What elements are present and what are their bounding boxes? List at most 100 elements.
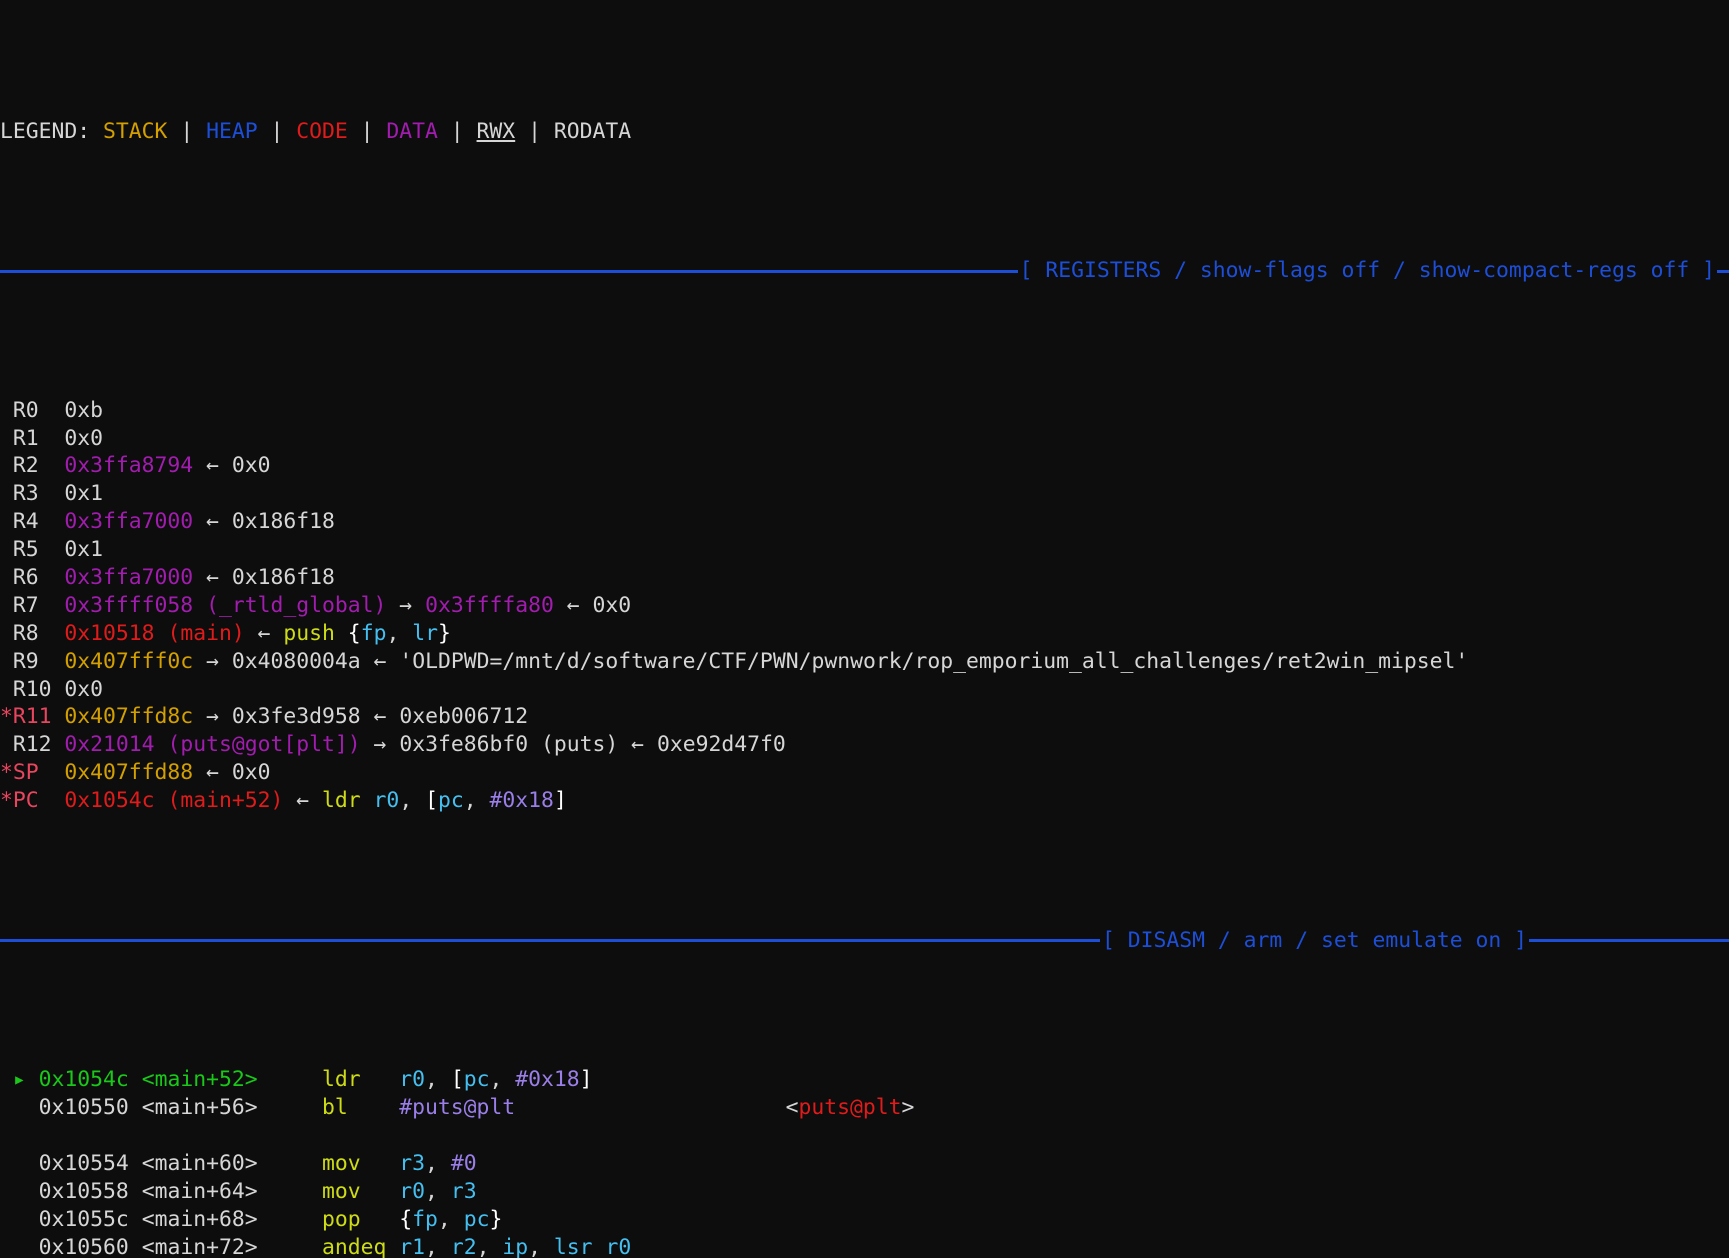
register-value: 0x3ffff058 (_rtld_global) → 0x3ffffa80 ←… (64, 593, 631, 618)
operand-register: pc (463, 1206, 490, 1232)
register-marker (0, 398, 13, 423)
register-value: 0x1054c (main+52) ← ldr r0, [pc, #0x18] (64, 788, 566, 813)
operand-register: r1 (399, 1234, 426, 1258)
legend-item-heap: HEAP (206, 118, 258, 144)
operand-sep (412, 788, 425, 813)
register-value: 0x3ffa7000 ← 0x186f18 (64, 565, 335, 590)
disasm-operands: r1, r2, ip, lsr r0 (399, 1235, 631, 1258)
address: 0x0 (231, 760, 271, 786)
register-marker (0, 453, 13, 478)
legend-separator: | (257, 118, 297, 144)
register-row: R8 0x10518 (main) ← push {fp, lr} (0, 620, 1729, 648)
address: 0x0 (231, 453, 271, 479)
legend-item-rwx: RWX (476, 118, 516, 144)
disasm-space (129, 1179, 142, 1204)
disasm-gap (515, 1095, 785, 1120)
register-row: R9 0x407fff0c → 0x4080004a ← 'OLDPWD=/mn… (0, 648, 1729, 676)
operand-immediate: #0x18 (515, 1067, 580, 1093)
address: 0x1054c (64, 788, 155, 814)
terminal-output: LEGEND: STACK | HEAP | CODE | DATA | RWX… (0, 0, 1729, 1258)
operand-sep: , (463, 788, 477, 814)
registers-banner: [ REGISTERS / show-flags off / show-comp… (0, 257, 1729, 285)
address: 0x0 (64, 676, 104, 702)
symbol-name: (main+52) (167, 788, 284, 814)
register-marker (0, 537, 13, 562)
disasm-address: 0x10550 (38, 1095, 129, 1121)
symbol-name: (puts@got[plt]) (167, 732, 361, 758)
address: 0xe92d47f0 (656, 732, 786, 758)
register-name: R8 (12, 620, 65, 646)
address: 0x0 (592, 592, 632, 618)
register-name: R1 (12, 425, 65, 451)
chain-arrow: → (373, 732, 387, 758)
register-row: R12 0x21014 (puts@got[plt]) → 0x3fe86bf0… (0, 731, 1729, 759)
disasm-address: 0x10554 (38, 1150, 129, 1176)
register-value: 0x10518 (main) ← push {fp, lr} (64, 621, 450, 646)
disasm-comment: puts@plt (798, 1095, 902, 1121)
register-value: 0x3ffa7000 ← 0x186f18 (64, 509, 335, 534)
registers-banner-title: [ REGISTERS / show-flags off / show-comp… (1019, 258, 1715, 284)
register-name: R3 (12, 481, 65, 507)
chain-arrow: ← (206, 760, 219, 786)
disasm-operands: #puts@plt (399, 1095, 515, 1120)
operand-sep (502, 1067, 515, 1092)
operand-register: fp (360, 620, 387, 646)
register-marker (0, 677, 13, 702)
disasm-row: ▸ 0x1054c <main+52> ldr r0, [pc, #0x18] (0, 1066, 1729, 1094)
operand-sep (438, 1067, 451, 1092)
address: 0x3ffa7000 (64, 565, 194, 590)
disasm-space (129, 1207, 142, 1232)
operand-immediate: #puts@plt (399, 1095, 516, 1121)
register-row: R4 0x3ffa7000 ← 0x186f18 (0, 508, 1729, 536)
operand-immediate: #0x18 (489, 788, 554, 814)
operand-sep: , (528, 1234, 542, 1258)
register-marker (0, 593, 13, 618)
address: 0x3fe3d958 (231, 704, 361, 730)
register-row: R5 0x1 (0, 536, 1729, 564)
operand-immediate: #0 (450, 1150, 477, 1176)
disasm-operands: r0, r3 (399, 1179, 476, 1204)
operand-bracket: [ (425, 788, 438, 814)
register-name: R9 (12, 648, 65, 674)
symbol-name: (_rtld_global) (206, 592, 387, 618)
chain-arrow: ← (206, 509, 219, 535)
operand-register: lr (412, 620, 438, 646)
disasm-comment-open: < (785, 1095, 799, 1121)
instruction-mnemonic: ldr (322, 788, 361, 814)
operand-register: r3 (450, 1178, 477, 1204)
disasm-address: 0x10560 (38, 1234, 129, 1258)
legend-item-data: DATA (386, 118, 438, 144)
register-value: 0x0 (64, 426, 103, 451)
disasm-banner-title: [ DISASM / arm / set emulate on ] (1102, 927, 1527, 953)
operand-sep: , (476, 1234, 490, 1258)
disasm-space (129, 1067, 142, 1092)
register-value: 0x21014 (puts@got[plt]) → 0x3fe86bf0 (pu… (64, 732, 785, 757)
operand-sep (477, 788, 490, 813)
operand-bracket: ] (553, 788, 567, 814)
disasm-current-marker (0, 1235, 39, 1258)
operand-sep (489, 1235, 502, 1258)
string-literal: 'OLDPWD=/mnt/d/software/CTF/PWN/pwnwork/… (399, 648, 1469, 674)
operand-sep (451, 1207, 464, 1232)
register-marker (0, 509, 13, 534)
disasm-mnemonic: ldr (321, 1067, 400, 1093)
legend-label: LEGEND: (0, 118, 104, 144)
operand-bracket: ] (579, 1067, 593, 1093)
register-row: *R11 0x407ffd8c → 0x3fe3d958 ← 0xeb00671… (0, 703, 1729, 731)
register-name: R10 (12, 676, 65, 702)
chain-arrow-left: ← (296, 788, 323, 814)
